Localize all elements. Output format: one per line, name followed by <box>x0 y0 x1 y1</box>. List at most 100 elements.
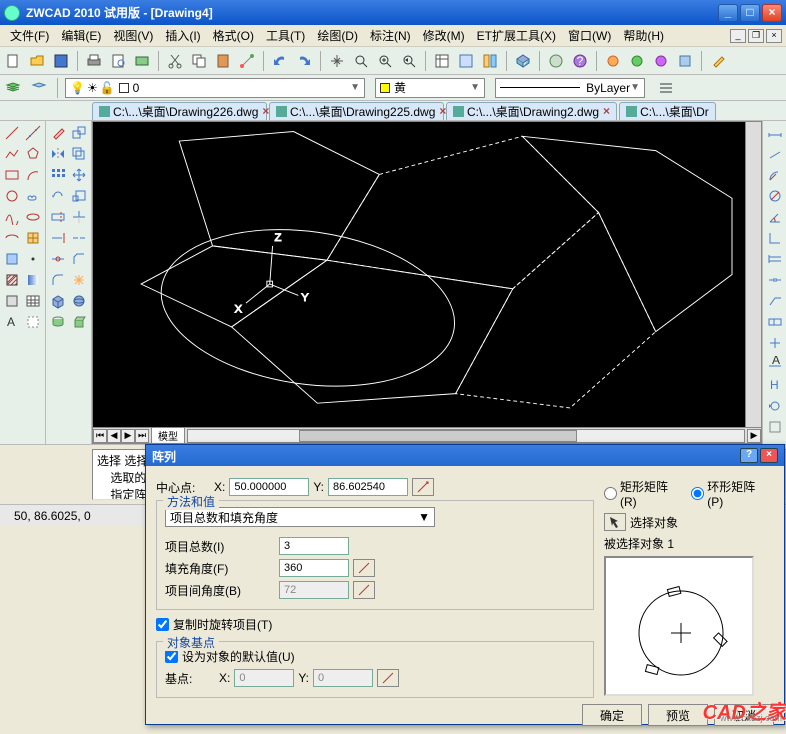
insert-block-button[interactable] <box>23 228 43 248</box>
chevron-down-icon[interactable]: ▼ <box>470 82 480 93</box>
dim-aligned-button[interactable] <box>765 144 784 164</box>
zoom-window-button[interactable] <box>374 50 396 72</box>
dim-baseline-button[interactable] <box>765 249 784 269</box>
mdi-close-button[interactable]: × <box>766 29 782 43</box>
revolve-button[interactable] <box>48 312 68 332</box>
rect-array-radio[interactable]: 矩形矩阵(R) <box>604 478 671 509</box>
spline-button[interactable] <box>2 207 22 227</box>
dim-radius-button[interactable] <box>765 165 784 185</box>
select-objects-button[interactable] <box>604 513 626 531</box>
menu-file[interactable]: 文件(F) <box>4 25 55 46</box>
copy-obj-button[interactable] <box>69 123 89 143</box>
menu-edit[interactable]: 编辑(E) <box>55 25 107 46</box>
mirror-button[interactable] <box>48 144 68 164</box>
mtext-button[interactable]: A <box>2 312 22 332</box>
join-button[interactable] <box>48 249 68 269</box>
leader-button[interactable] <box>765 291 784 311</box>
scroll-last-button[interactable]: ⏭ <box>135 429 149 443</box>
fill-angle-input[interactable] <box>279 559 349 577</box>
xline-button[interactable] <box>23 123 43 143</box>
print-button[interactable] <box>83 50 105 72</box>
dim-edit-button[interactable]: A <box>765 354 784 374</box>
pline-button[interactable] <box>2 144 22 164</box>
zoom-previous-button[interactable] <box>398 50 420 72</box>
print-preview-button[interactable] <box>107 50 129 72</box>
menu-ettools[interactable]: ET扩展工具(X) <box>471 25 562 46</box>
rotate-checkbox[interactable]: 复制时旋转项目(T) <box>156 616 594 633</box>
drawing-area[interactable]: X Y Z ⏮ ◀ ▶ ⏭ 模型 ▶ <box>92 121 762 444</box>
scroll-right-button[interactable]: ▶ <box>747 429 761 443</box>
properties-button[interactable] <box>431 50 453 72</box>
document-tab[interactable]: C:\...\桌面\Dr <box>619 102 716 120</box>
scroll-prev-button[interactable]: ◀ <box>107 429 121 443</box>
extrude-button[interactable] <box>69 312 89 332</box>
layer-states-button[interactable] <box>28 77 50 99</box>
region-button[interactable] <box>2 291 22 311</box>
default-checkbox-input[interactable] <box>165 650 178 663</box>
ok-button[interactable]: 确定 <box>582 704 642 726</box>
document-tab[interactable]: C:\...\桌面\Drawing225.dwg× <box>269 102 444 120</box>
publish-button[interactable] <box>131 50 153 72</box>
offset-button[interactable] <box>69 144 89 164</box>
new-button[interactable] <box>2 50 24 72</box>
explode-button[interactable] <box>69 270 89 290</box>
solid-sphere-button[interactable] <box>69 291 89 311</box>
clean-button[interactable] <box>707 50 729 72</box>
ext1-button[interactable] <box>602 50 624 72</box>
menu-format[interactable]: 格式(O) <box>207 25 260 46</box>
array-button[interactable] <box>48 165 68 185</box>
dim-linear-button[interactable] <box>765 123 784 143</box>
tab-close-icon[interactable]: × <box>603 104 610 118</box>
mdi-minimize-button[interactable]: _ <box>730 29 746 43</box>
circle-button[interactable] <box>2 186 22 206</box>
dialog-titlebar[interactable]: 阵列 ? × <box>146 445 784 466</box>
color-combo[interactable]: 黄 ▼ <box>375 78 485 98</box>
dim-angular-button[interactable] <box>765 207 784 227</box>
linetype-combo[interactable]: ByLayer ▼ <box>495 78 645 98</box>
method-select[interactable]: 项目总数和填充角度 ▼ <box>165 507 435 527</box>
trim-button[interactable] <box>69 207 89 227</box>
pick-basepoint-button[interactable] <box>377 669 399 687</box>
tolerance-button[interactable] <box>765 312 784 332</box>
zoom-realtime-button[interactable] <box>350 50 372 72</box>
open-button[interactable] <box>26 50 48 72</box>
dim-diameter-button[interactable] <box>765 186 784 206</box>
default-checkbox[interactable]: 设为对象的默认值(U) <box>165 648 585 665</box>
stretch-button[interactable] <box>48 207 68 227</box>
line-button[interactable] <box>2 123 22 143</box>
cut-button[interactable] <box>164 50 186 72</box>
solid-box-button[interactable] <box>48 291 68 311</box>
dim-ordinate-button[interactable] <box>765 228 784 248</box>
minimize-button[interactable]: _ <box>718 4 738 22</box>
rotate-button[interactable] <box>48 186 68 206</box>
preview-button[interactable]: 预览 <box>648 704 708 726</box>
close-button[interactable]: × <box>762 4 782 22</box>
make-block-button[interactable] <box>2 249 22 269</box>
scale-button[interactable] <box>69 186 89 206</box>
pick-center-button[interactable] <box>412 478 434 496</box>
layer-manager-button[interactable] <box>2 77 24 99</box>
polygon-button[interactable] <box>23 144 43 164</box>
rotate-checkbox-input[interactable] <box>156 618 169 631</box>
layer-combo[interactable]: 💡 ☀ 🔓 0 ▼ <box>65 78 365 98</box>
center-y-input[interactable] <box>328 478 408 496</box>
wipeout-button[interactable] <box>23 312 43 332</box>
move-button[interactable] <box>69 165 89 185</box>
scroll-next-button[interactable]: ▶ <box>121 429 135 443</box>
lineweight-button[interactable] <box>655 77 677 99</box>
dim-continue-button[interactable] <box>765 270 784 290</box>
gradient-button[interactable] <box>23 270 43 290</box>
menu-modify[interactable]: 修改(M) <box>417 25 471 46</box>
menu-help[interactable]: 帮助(H) <box>617 25 670 46</box>
tool-palettes-button[interactable] <box>479 50 501 72</box>
pick-item-angle-button[interactable] <box>353 581 375 599</box>
redo-button[interactable] <box>293 50 315 72</box>
extend-button[interactable] <box>48 228 68 248</box>
ellipse-button[interactable] <box>23 207 43 227</box>
dim-update-button[interactable] <box>765 396 784 416</box>
document-tab[interactable]: C:\...\桌面\Drawing2.dwg× <box>446 102 617 120</box>
dim-text-edit-button[interactable]: H <box>765 375 784 395</box>
menu-tools[interactable]: 工具(T) <box>260 25 311 46</box>
center-mark-button[interactable] <box>765 333 784 353</box>
undo-button[interactable] <box>269 50 291 72</box>
